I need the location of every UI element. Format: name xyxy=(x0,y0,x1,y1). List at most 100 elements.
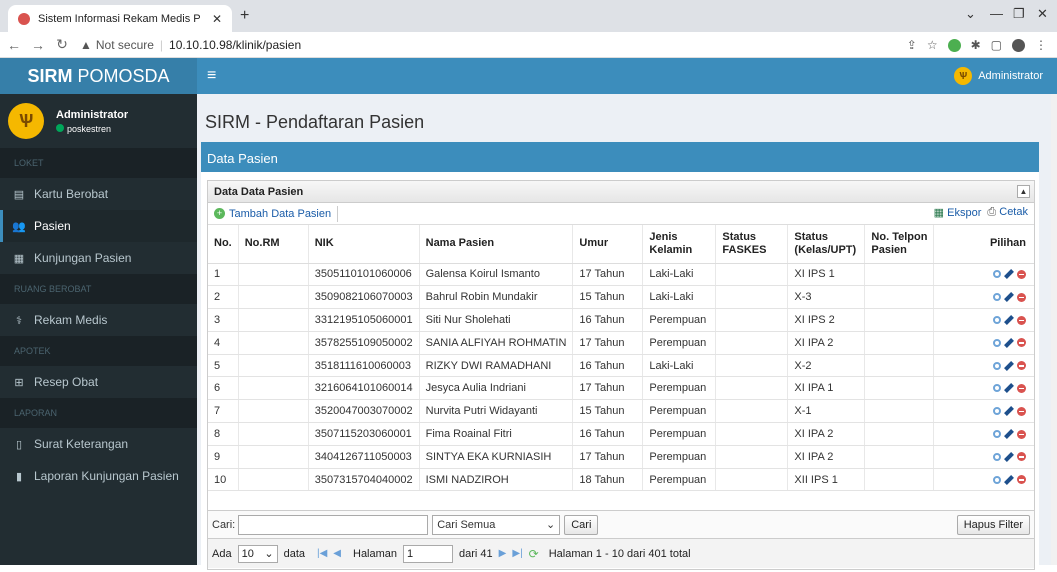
edit-pencil-icon[interactable] xyxy=(1004,383,1014,394)
view-icon[interactable] xyxy=(993,475,1001,484)
cell-kelas: XII IPS 1 xyxy=(787,468,866,492)
avatar: Ѱ xyxy=(954,67,973,85)
sidebar-item-kartu-berobat[interactable]: ▤ Kartu Berobat xyxy=(0,178,197,210)
back-icon[interactable]: ← xyxy=(4,37,24,53)
table-row[interactable]: 9 3404126711050003 SINTYA EKA KURNIASIH 17 … xyxy=(208,445,1034,469)
first-page-icon[interactable]: |◀ xyxy=(317,548,327,559)
delete-icon[interactable] xyxy=(1017,315,1026,325)
new-tab-button[interactable]: + xyxy=(240,7,249,25)
column-header[interactable]: Status FASKES xyxy=(715,225,789,264)
view-icon[interactable] xyxy=(993,407,1001,416)
table-row[interactable]: 8 3507115203060001 Fima Roainal Fitri 16 Ta… xyxy=(208,422,1034,446)
extension-icon[interactable] xyxy=(947,38,961,52)
next-page-icon[interactable]: ▶ xyxy=(499,548,507,559)
delete-icon[interactable] xyxy=(1017,338,1026,348)
search-button[interactable]: Cari xyxy=(564,514,599,535)
sidebar-item-resep-obat[interactable]: ⊞ Resep Obat xyxy=(0,366,197,398)
close-tab-icon[interactable]: ✕ xyxy=(212,12,222,26)
clear-filter-button[interactable]: Hapus Filter xyxy=(956,515,1030,535)
cell-faskes xyxy=(715,354,789,378)
sidebar-item-laporan-kunjungan-pasien[interactable]: ▮ Laporan Kunjungan Pasien xyxy=(0,460,197,492)
refresh-icon[interactable]: ⟳ xyxy=(529,547,539,561)
forward-icon[interactable]: → xyxy=(28,37,48,53)
table-row[interactable]: 7 3520047003070002 Nurvita Putri Widayanti… xyxy=(208,399,1034,424)
column-header[interactable]: Status (Kelas/UPT) xyxy=(787,225,866,264)
puzzle-icon[interactable]: ✱ xyxy=(971,38,981,52)
table-row[interactable]: 1 3505110101060006 Galensa Koirul Ismanto 1… xyxy=(208,263,1034,287)
sidebar-item-pasien[interactable]: 👥 Pasien xyxy=(0,210,197,242)
column-header[interactable]: Umur xyxy=(572,225,644,264)
table-row[interactable]: 4 3578255109050002 SANIA ALFIYAH ROHMATIN 1… xyxy=(208,331,1034,355)
pager-summary: Halaman 1 - 10 dari 401 total xyxy=(548,547,691,560)
delete-icon[interactable] xyxy=(1017,452,1026,462)
edit-pencil-icon[interactable] xyxy=(1004,474,1014,485)
view-icon[interactable] xyxy=(993,316,1001,325)
column-header[interactable]: No. xyxy=(208,225,239,264)
view-icon[interactable] xyxy=(993,430,1001,439)
search-field-select[interactable]: Cari Semua ⌄ xyxy=(432,514,561,535)
address-bar: ← → ↻ ▲ Not secure | 10.10.10.98/klinik/… xyxy=(0,32,1057,58)
table-row[interactable]: 6 3216064101060014 Jesyca Aulia Indriani 17… xyxy=(208,376,1034,401)
column-header[interactable]: No. Telpon Pasien xyxy=(864,225,935,264)
sidebar-item-kunjungan-pasien[interactable]: ▦ Kunjungan Pasien xyxy=(0,242,197,274)
prev-page-icon[interactable]: ◀ xyxy=(333,548,341,559)
edit-pencil-icon[interactable] xyxy=(1004,360,1014,371)
print-button[interactable]: ⎙ Cetak xyxy=(987,206,1028,219)
bookmark-star-icon[interactable]: ☆ xyxy=(927,38,938,52)
delete-icon[interactable] xyxy=(1017,269,1026,279)
delete-icon[interactable] xyxy=(1017,383,1026,393)
last-page-icon[interactable]: ▶| xyxy=(512,548,522,559)
hamburger-menu-icon[interactable]: ≡ xyxy=(207,67,216,85)
view-icon[interactable] xyxy=(993,293,1001,302)
profile-avatar[interactable] xyxy=(1012,38,1025,52)
table-row[interactable]: 3 3312195105060001 Siti Nur Sholehati 16 Ta… xyxy=(208,308,1034,332)
menu-kebab-icon[interactable]: ⋮ xyxy=(1035,38,1047,52)
sidebar-item-surat-keterangan[interactable]: ▯ Surat Keterangan xyxy=(0,428,197,460)
close-window-icon[interactable]: ✕ xyxy=(1037,6,1048,22)
edit-pencil-icon[interactable] xyxy=(1004,429,1014,440)
column-header[interactable]: No.RM xyxy=(238,225,309,264)
sidebar-item-rekam-medis[interactable]: ⚕ Rekam Medis xyxy=(0,304,197,336)
delete-icon[interactable] xyxy=(1017,475,1026,485)
view-icon[interactable] xyxy=(993,361,1001,370)
tab-search-chevron-icon[interactable]: ⌄ xyxy=(965,6,976,22)
view-icon[interactable] xyxy=(993,452,1001,461)
url-field[interactable]: ▲ Not secure | 10.10.10.98/klinik/pasien xyxy=(80,38,301,52)
reload-icon[interactable]: ↻ xyxy=(52,36,72,53)
per-page-select[interactable]: 10 ⌄ xyxy=(237,544,278,563)
add-patient-button[interactable]: + Tambah Data Pasien xyxy=(214,208,331,220)
edit-pencil-icon[interactable] xyxy=(1004,337,1014,348)
page-number-input[interactable]: 1 xyxy=(403,544,454,563)
table-row[interactable]: 2 3509082106070003 Bahrul Robin Mundakir 15… xyxy=(208,285,1034,310)
export-button[interactable]: ▦ Ekspor xyxy=(934,206,982,219)
cell-jk: Laki-Laki xyxy=(642,354,717,378)
view-icon[interactable] xyxy=(993,270,1001,279)
delete-icon[interactable] xyxy=(1017,292,1026,302)
view-icon[interactable] xyxy=(993,384,1001,393)
user-menu[interactable]: Ѱ Administrator xyxy=(954,67,1043,85)
table-row[interactable]: 10 3507315704040002 ISMI NADZIROH 18 Tahun P… xyxy=(208,468,1034,492)
column-header[interactable]: NIK xyxy=(308,225,420,264)
delete-icon[interactable] xyxy=(1017,429,1026,439)
view-icon[interactable] xyxy=(993,338,1001,347)
minimize-icon[interactable]: — xyxy=(990,6,1003,21)
edit-pencil-icon[interactable] xyxy=(1004,451,1014,462)
brand-logo[interactable]: SIRM POMOSDA xyxy=(0,58,197,94)
sidepanel-icon[interactable]: ▢ xyxy=(991,38,1002,52)
column-header[interactable]: Jenis Kelamin xyxy=(642,225,717,264)
share-icon[interactable]: ⇪ xyxy=(907,38,917,52)
collapse-icon[interactable]: ▲ xyxy=(1017,185,1030,198)
delete-icon[interactable] xyxy=(1017,406,1026,416)
search-input[interactable] xyxy=(238,514,429,535)
browser-tab[interactable]: Sistem Informasi Rekam Medis P ✕ xyxy=(8,5,232,32)
edit-pencil-icon[interactable] xyxy=(1004,269,1014,280)
edit-pencil-icon[interactable] xyxy=(1004,315,1014,326)
table-row[interactable]: 5 3518111610060003 RIZKY DWI RAMADHANI 16 T… xyxy=(208,354,1034,378)
page-scrollbar[interactable] xyxy=(1051,94,1057,565)
delete-icon[interactable] xyxy=(1017,361,1026,371)
column-header[interactable]: Pilihan xyxy=(933,225,1034,264)
column-header[interactable]: Nama Pasien xyxy=(419,225,574,264)
edit-pencil-icon[interactable] xyxy=(1004,406,1014,417)
maximize-icon[interactable]: ❐ xyxy=(1013,6,1025,22)
edit-pencil-icon[interactable] xyxy=(1004,292,1014,303)
